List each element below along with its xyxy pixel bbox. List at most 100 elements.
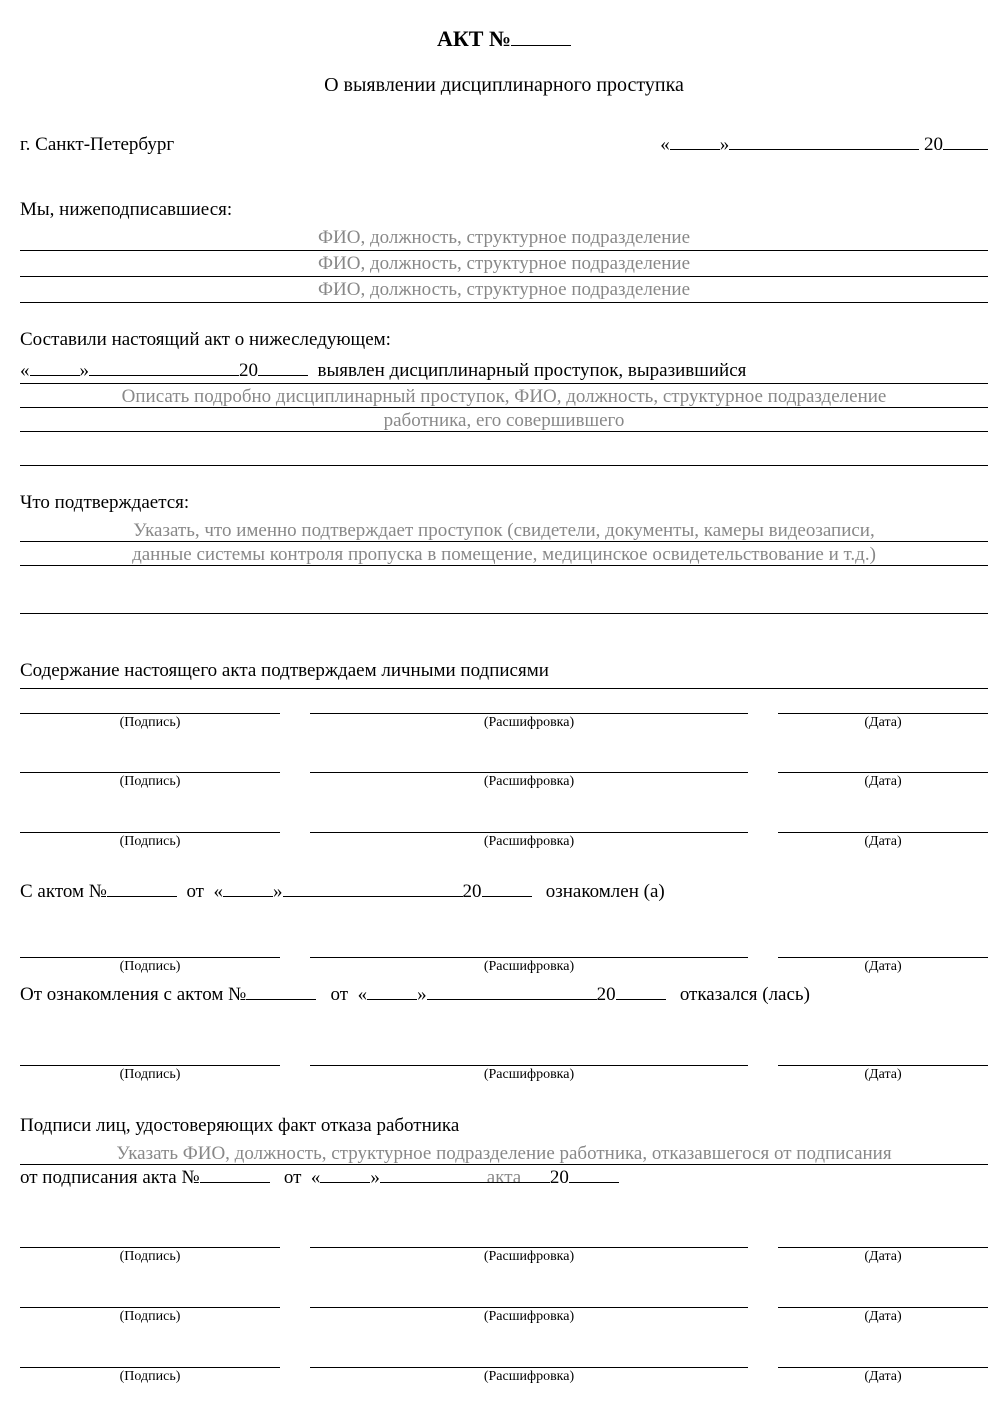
- rw-month-field[interactable]: [380, 1162, 550, 1183]
- sig2-date[interactable]: [778, 732, 988, 773]
- day-field[interactable]: [670, 129, 720, 150]
- act-subtitle: О выявлении дисциплинарного проступка: [20, 72, 988, 99]
- sig-col-sign: (Подпись): [20, 713, 280, 732]
- act-body-date-line: «»20 выявлен дисциплинарный проступок, в…: [20, 355, 988, 385]
- sig3-date[interactable]: [778, 792, 988, 833]
- act-body-intro: Составили настоящий акт о нижеследующем:: [20, 327, 988, 353]
- signer-line-3[interactable]: ФИО, должность, структурное подразделени…: [20, 277, 988, 303]
- rw-col-date-1: (Дата): [778, 1247, 988, 1266]
- ack-date[interactable]: [778, 907, 988, 958]
- refuse-col-sign: (Подпись): [20, 1066, 280, 1085]
- refuse-name[interactable]: [310, 1009, 748, 1066]
- ack-col-date: (Дата): [778, 957, 988, 976]
- quote-close-4: »: [417, 984, 427, 1005]
- refuse-prefix: От ознакомления с актом №: [20, 984, 246, 1005]
- month-field[interactable]: [729, 129, 919, 150]
- refuse-day-field[interactable]: [367, 979, 417, 1000]
- ack-sig-table: (Подпись) (Расшифровка) (Дата): [20, 907, 988, 977]
- rw-from-sign-prefix: от подписания акта №: [20, 1167, 200, 1188]
- refuse-number-field[interactable]: [246, 979, 316, 1000]
- signer-line-2[interactable]: ФИО, должность, структурное подразделени…: [20, 251, 988, 277]
- signer-line-1[interactable]: ФИО, должность, структурное подразделени…: [20, 225, 988, 251]
- sig3-name[interactable]: [310, 792, 748, 833]
- sig-col-name-2: (Расшифровка): [310, 773, 748, 792]
- century: 20: [924, 134, 943, 155]
- rw1-name[interactable]: [310, 1191, 748, 1248]
- refuse-sig-table: (Подпись) (Расшифровка) (Дата): [20, 1009, 988, 1085]
- ack-number-field[interactable]: [107, 876, 177, 897]
- quote-open-2: «: [20, 360, 30, 381]
- rw2-name[interactable]: [310, 1267, 748, 1308]
- act-month-field[interactable]: [89, 355, 239, 376]
- signer-hint-3: ФИО, должность, структурное подразделени…: [20, 277, 988, 303]
- sig-col-date-3: (Дата): [778, 833, 988, 852]
- rw-col-sign-3: (Подпись): [20, 1367, 280, 1386]
- city: г. Санкт-Петербург: [20, 132, 174, 158]
- confirm-hint-1: Указать, что именно подтверждает проступ…: [20, 518, 988, 544]
- act-day-field[interactable]: [30, 355, 80, 376]
- sig2-name[interactable]: [310, 732, 748, 773]
- refuse-month-field[interactable]: [427, 979, 597, 1000]
- refuse-sign[interactable]: [20, 1009, 280, 1066]
- rw-day-field[interactable]: [320, 1162, 370, 1183]
- refuse-witness-line-2-wrap: акта от подписания акта № от «»20: [20, 1165, 988, 1191]
- ack-year-field[interactable]: [482, 876, 532, 897]
- act-label: АКТ №: [437, 26, 511, 51]
- year-field[interactable]: [943, 129, 988, 150]
- confirm-line-2[interactable]: данные системы контроля пропуска в помещ…: [20, 542, 988, 566]
- sig3-sign[interactable]: [20, 792, 280, 833]
- ack-prefix: С актом №: [20, 881, 107, 902]
- rw2-date[interactable]: [778, 1267, 988, 1308]
- act-year-field[interactable]: [258, 355, 308, 376]
- rw-from: от: [284, 1167, 302, 1188]
- refuse-suffix: отказался (лась): [680, 984, 810, 1005]
- rw1-sign[interactable]: [20, 1191, 280, 1248]
- rw-col-sign-2: (Подпись): [20, 1307, 280, 1326]
- rw-number-field[interactable]: [200, 1162, 270, 1183]
- act-after-date: выявлен дисциплинарный проступок, вырази…: [318, 360, 747, 381]
- refuse-col-date: (Дата): [778, 1066, 988, 1085]
- confirm-line-1[interactable]: Указать, что именно подтверждает проступ…: [20, 518, 988, 542]
- sig1-name[interactable]: [310, 689, 748, 714]
- refuse-witness-line-1[interactable]: Указать ФИО, должность, структурное подр…: [20, 1141, 988, 1165]
- sig-col-date: (Дата): [778, 713, 988, 732]
- ack-suffix: ознакомлен (а): [546, 881, 665, 902]
- refuse-col-name: (Расшифровка): [310, 1066, 748, 1085]
- ack-col-sign: (Подпись): [20, 957, 280, 976]
- date-block: «» 20: [660, 129, 988, 158]
- sig-heading: Содержание настоящего акта подтверждаем …: [20, 658, 988, 689]
- act-desc-line-2[interactable]: работника, его совершившего: [20, 408, 988, 432]
- ack-name[interactable]: [310, 907, 748, 958]
- quote-open: «: [660, 134, 670, 155]
- rw2-sign[interactable]: [20, 1267, 280, 1308]
- act-desc-line-1[interactable]: Описать подробно дисциплинарный проступо…: [20, 384, 988, 408]
- sig-col-date-2: (Дата): [778, 773, 988, 792]
- sig2-sign[interactable]: [20, 732, 280, 773]
- rw3-sign[interactable]: [20, 1327, 280, 1368]
- century-4: 20: [597, 984, 616, 1005]
- rw-year-field[interactable]: [569, 1162, 619, 1183]
- rw-col-date-2: (Дата): [778, 1307, 988, 1326]
- refuse-date[interactable]: [778, 1009, 988, 1066]
- ack-day-field[interactable]: [223, 876, 273, 897]
- rw1-date[interactable]: [778, 1191, 988, 1248]
- act-hint-1: Описать подробно дисциплинарный проступо…: [20, 384, 988, 410]
- sig1-date[interactable]: [778, 689, 988, 714]
- ack-sign[interactable]: [20, 907, 280, 958]
- confirm-line-3[interactable]: [20, 570, 988, 614]
- century-3: 20: [463, 881, 482, 902]
- act-desc-line-3[interactable]: [20, 436, 988, 466]
- act-number-field[interactable]: [511, 22, 571, 46]
- ack-month-field[interactable]: [283, 876, 463, 897]
- rw3-name[interactable]: [310, 1327, 748, 1368]
- quote-open-4: «: [358, 984, 368, 1005]
- quote-close-2: »: [80, 360, 90, 381]
- sig-col-sign-3: (Подпись): [20, 833, 280, 852]
- ack-col-name: (Расшифровка): [310, 957, 748, 976]
- act-title: АКТ №: [20, 22, 988, 54]
- refuse-year-field[interactable]: [616, 979, 666, 1000]
- confirm-hint-2: данные системы контроля пропуска в помещ…: [20, 542, 988, 568]
- sig1-sign[interactable]: [20, 689, 280, 714]
- signers-intro: Мы, нижеподписавшиеся:: [20, 197, 988, 223]
- rw3-date[interactable]: [778, 1327, 988, 1368]
